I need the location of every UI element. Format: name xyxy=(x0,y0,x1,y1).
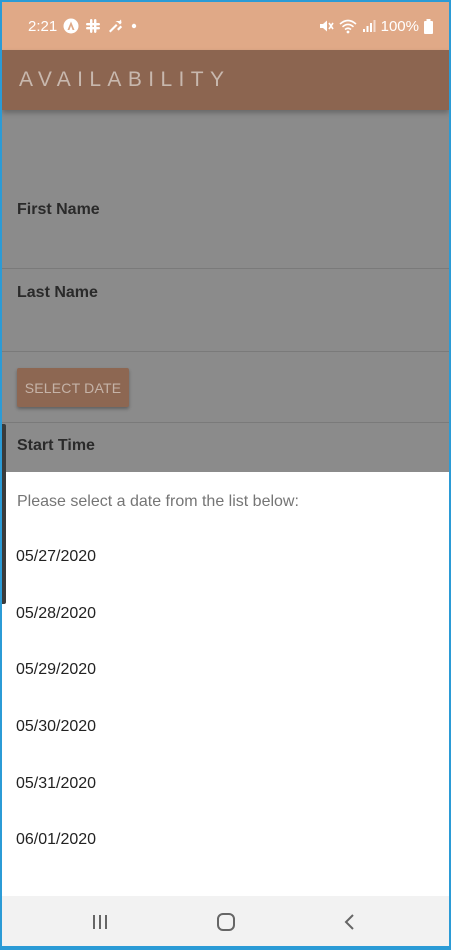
date-option[interactable]: 05/27/2020 xyxy=(16,548,96,566)
status-right: 100% xyxy=(318,18,433,35)
back-icon[interactable] xyxy=(336,908,364,936)
availability-form: First Name Last Name SELECT DATE Start T… xyxy=(2,110,449,472)
signal-icon xyxy=(362,19,376,33)
last-name-field[interactable] xyxy=(2,351,449,352)
recents-icon[interactable] xyxy=(86,908,114,936)
status-bar: 2:21 100% xyxy=(2,2,449,50)
select-date-button[interactable]: SELECT DATE xyxy=(17,368,129,407)
first-name-field[interactable] xyxy=(2,268,449,269)
app-bar: AVAILABILITY xyxy=(2,50,449,110)
divider xyxy=(2,422,449,423)
status-left: 2:21 xyxy=(28,18,139,35)
status-time: 2:21 xyxy=(28,17,58,35)
first-name-label: First Name xyxy=(17,201,100,218)
date-option[interactable]: 05/31/2020 xyxy=(16,775,96,793)
date-option[interactable]: 06/01/2020 xyxy=(16,831,96,849)
start-time-label: Start Time xyxy=(17,437,95,454)
phone-screen: 2:21 100% AVAILABILITY First Name Last N… xyxy=(0,0,451,950)
wifi-icon xyxy=(339,18,357,34)
sheet-prompt: Please select a date from the list below… xyxy=(17,493,299,510)
mute-icon xyxy=(318,18,334,34)
edge-panel-handle[interactable] xyxy=(2,424,6,604)
home-icon[interactable] xyxy=(212,908,240,936)
android-auto-icon xyxy=(63,18,79,34)
page-title: AVAILABILITY xyxy=(19,68,231,91)
date-option[interactable]: 05/28/2020 xyxy=(16,605,96,623)
date-picker-sheet: Please select a date from the list below… xyxy=(2,472,449,896)
tools-icon xyxy=(107,18,123,34)
date-option[interactable]: 05/29/2020 xyxy=(16,661,96,679)
dot-icon xyxy=(129,21,139,31)
last-name-label: Last Name xyxy=(17,284,98,301)
date-option[interactable]: 05/30/2020 xyxy=(16,718,96,736)
battery-icon xyxy=(424,18,433,34)
battery-percent: 100% xyxy=(380,17,419,35)
navigation-bar xyxy=(2,896,449,946)
slack-icon xyxy=(85,18,101,34)
